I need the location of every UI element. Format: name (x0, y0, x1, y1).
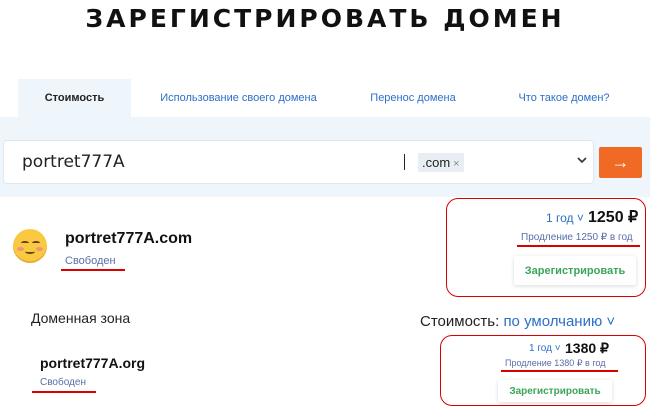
renewal-price: Продление 1250 ₽ в год (521, 232, 633, 243)
domain-search-box: .com× (4, 141, 593, 183)
cost-sort-dropdown[interactable]: по умолчанию ˅ (503, 313, 615, 330)
page-title: ЗАРЕГИСТРИРОВАТЬ ДОМЕН (85, 4, 565, 33)
arrow-right-icon: → (611, 152, 630, 172)
price-card: 1 год ˅ 1250 ₽ Продление 1250 ₽ в год За… (446, 198, 646, 297)
domain-zone-label: Доменная зона (31, 310, 131, 326)
tab-cost[interactable]: Стоимость (18, 79, 131, 117)
domain-name: portret777A.org (40, 355, 146, 371)
period-select[interactable]: 1 год ˅ (546, 211, 584, 225)
status-underline (61, 269, 125, 271)
renewal-underline (501, 370, 618, 372)
tab-what-is-domain[interactable]: Что такое домен? (496, 79, 632, 117)
register-button[interactable]: Зарегистрировать (498, 380, 612, 402)
cost-sort: Стоимость: по умолчанию ˅ (420, 313, 615, 330)
price: 1380 ₽ (565, 340, 609, 356)
smiley-avatar-icon (13, 229, 47, 263)
close-icon[interactable]: × (453, 158, 459, 170)
domain-search-input[interactable] (22, 151, 392, 173)
status-underline (32, 391, 96, 393)
zone-chip-label: .com (422, 155, 451, 170)
price-card: 1 год ˅ 1380 ₽ Продление 1380 ₽ в год За… (440, 335, 646, 406)
domain-status: Свободен (40, 377, 86, 388)
zone-chip: .com × (418, 153, 464, 172)
price: 1250 ₽ (588, 209, 639, 226)
tab-own-domain[interactable]: Использование своего домена (146, 79, 331, 117)
register-button[interactable]: Зарегистрировать (514, 256, 636, 285)
tab-bar: Стоимость Использование своего домена Пе… (18, 79, 650, 117)
domain-status: Свободен (65, 255, 116, 267)
search-submit-button[interactable]: → (599, 147, 642, 178)
text-cursor (404, 154, 405, 170)
renewal-price: Продление 1380 ₽ в год (505, 358, 606, 368)
domain-name: portret777A.com (65, 230, 193, 247)
tab-transfer[interactable]: Перенос домена (353, 79, 473, 117)
renewal-underline (517, 245, 640, 247)
period-select[interactable]: 1 год ˅ (529, 343, 561, 354)
chevron-down-icon[interactable] (577, 152, 587, 167)
cost-sort-label: Стоимость: (420, 313, 500, 330)
